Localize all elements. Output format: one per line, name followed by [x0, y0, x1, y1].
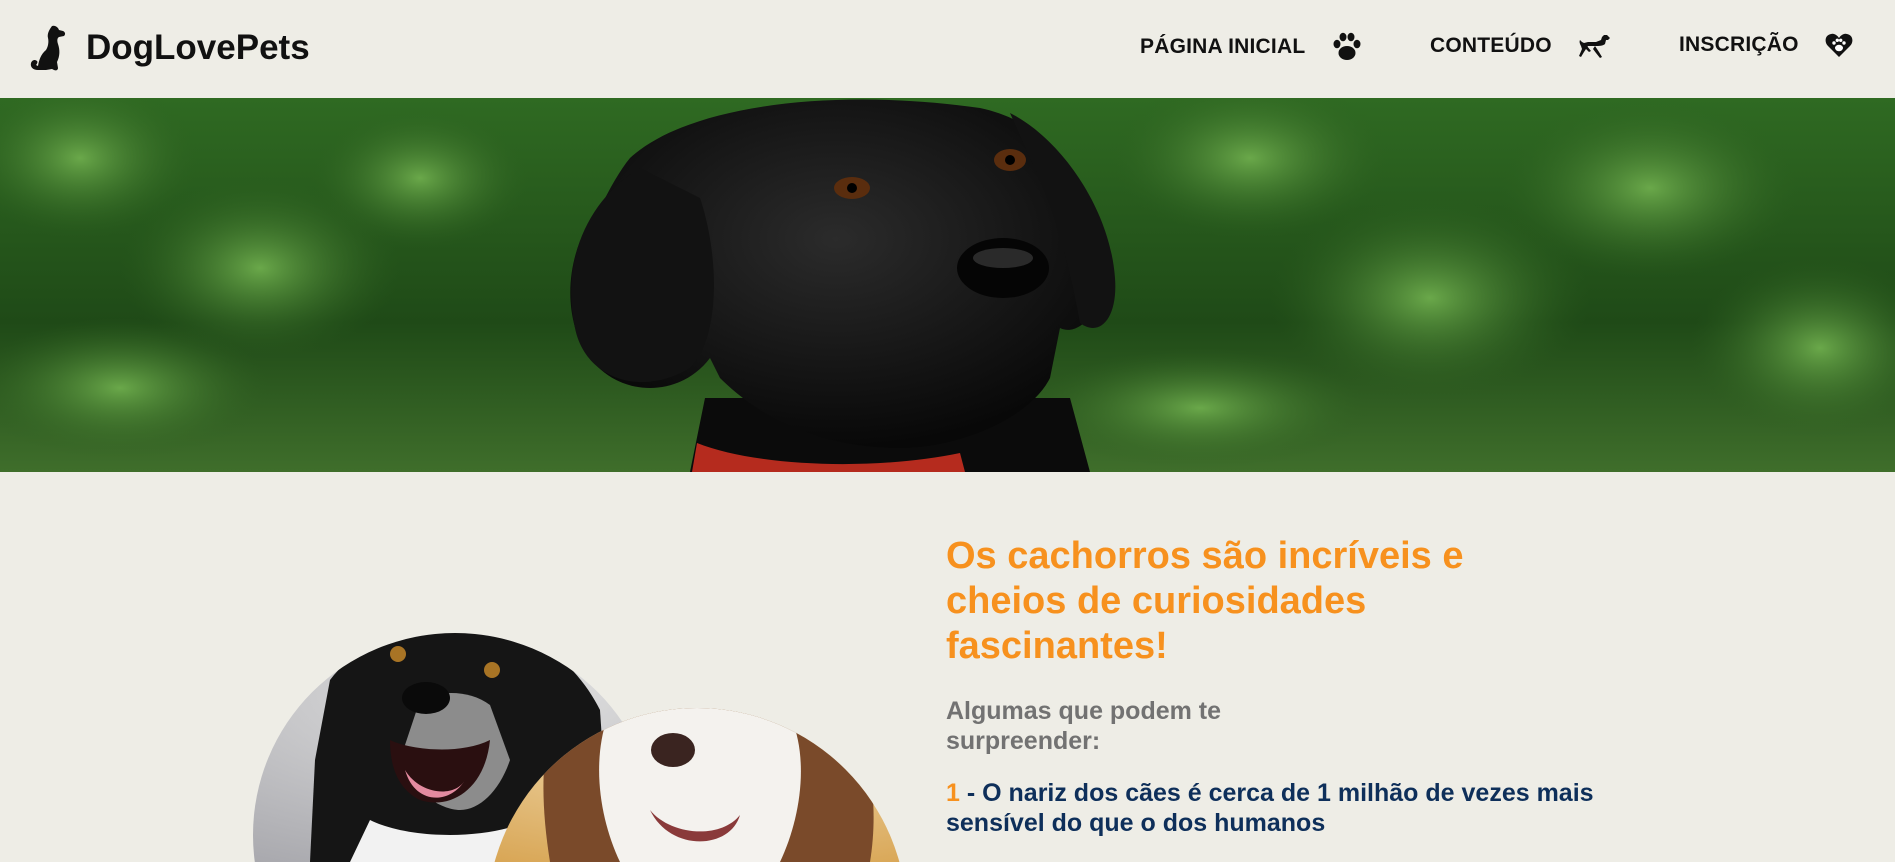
dog-portraits-image [253, 633, 907, 862]
nav-signup[interactable]: INSCRIÇÃO [1679, 32, 1853, 58]
site-header: DogLovePets PÁGINA INICIAL CONTEÚDO INSC… [0, 0, 1895, 98]
black-labrador-image [0, 98, 1895, 472]
paw-icon [1333, 32, 1361, 60]
nav-content[interactable]: CONTEÚDO [1430, 32, 1612, 60]
section-headline: Os cachorros são incríveis e cheios de c… [946, 535, 1464, 667]
fact-number: 1 [946, 779, 960, 807]
running-dog-icon [1578, 35, 1610, 58]
sitting-dog-icon [30, 25, 66, 71]
nav-home-label: PÁGINA INICIAL [1140, 35, 1306, 58]
fact-item: 1 - O nariz dos cães é cerca de 1 milhão… [946, 778, 1626, 838]
nav-home[interactable]: PÁGINA INICIAL [1140, 32, 1363, 62]
nav-signup-label: INSCRIÇÃO [1679, 33, 1799, 56]
fact-text: - O nariz dos cães é cerca de 1 milhão d… [946, 779, 1594, 837]
hero-banner-image [0, 98, 1895, 472]
brand-name: DogLovePets [86, 28, 310, 67]
dog-portraits [250, 620, 910, 862]
nav-content-label: CONTEÚDO [1430, 34, 1552, 57]
brand-logo[interactable]: DogLovePets [26, 24, 310, 72]
heart-paw-icon [1825, 33, 1853, 57]
section-subheading: Algumas que podem te surpreender: [946, 697, 1222, 755]
